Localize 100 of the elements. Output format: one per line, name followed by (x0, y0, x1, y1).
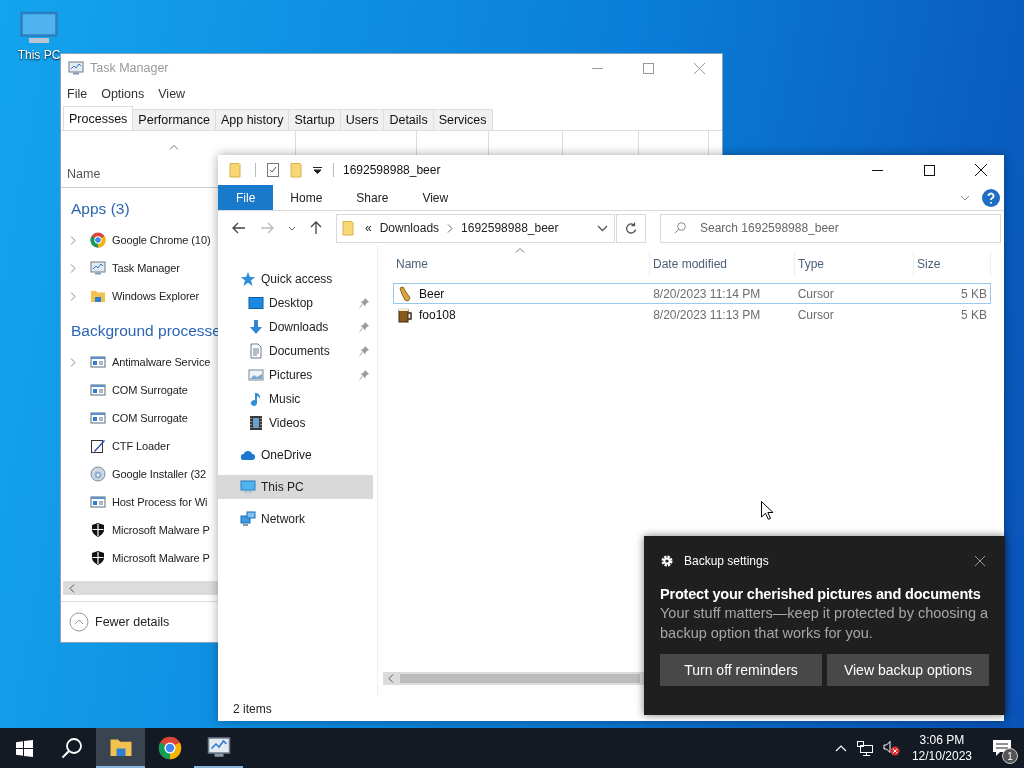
desktop-icon (248, 295, 264, 311)
clock-time[interactable]: 3:06 PM (919, 732, 965, 748)
close-icon[interactable] (975, 556, 985, 566)
nav-item[interactable]: Network (218, 507, 373, 531)
process-row[interactable]: Microsoft Malware P (61, 544, 218, 572)
nav-item[interactable]: This PC (218, 475, 373, 499)
nav-item[interactable]: Music (218, 387, 373, 411)
help-icon[interactable] (982, 188, 1000, 207)
fewer-details-button[interactable]: Fewer details (69, 612, 170, 632)
monitor-icon (240, 479, 256, 495)
menu-item[interactable]: Options (101, 87, 145, 101)
nav-item[interactable]: Pictures (218, 363, 373, 387)
mug-icon (397, 306, 413, 323)
close-icon (975, 164, 987, 176)
action-center-button[interactable]: 1 (980, 728, 1024, 768)
size-cell-text: 5 KB (960, 307, 988, 322)
breadcrumb[interactable]: Downloads (379, 221, 440, 235)
folder-icon (228, 162, 244, 178)
customize-dropdown-icon[interactable] (313, 166, 322, 174)
browser-icon (90, 232, 106, 248)
file-row[interactable]: foo108 8/20/2023 11:13 PM Cursor 5 KB (393, 304, 991, 325)
notification-body: Your stuff matters—keep it protected by choosing a backup option that works for you. (660, 604, 989, 643)
ribbon-tab[interactable]: Share (339, 185, 406, 210)
action-button[interactable]: Turn off reminders (660, 654, 822, 686)
ribbon-tab[interactable]: View (405, 185, 466, 210)
network-icon[interactable] (856, 740, 873, 756)
nav-item[interactable]: OneDrive (218, 443, 373, 467)
film-icon (248, 415, 264, 431)
ribbon-tab[interactable]: Home (273, 185, 340, 210)
action-button[interactable]: View backup options (827, 654, 989, 686)
process-row[interactable]: COM Surrogate (61, 404, 218, 432)
breadcrumb[interactable]: 1692598988_beer (461, 221, 559, 235)
status-text: 2 items (233, 702, 272, 716)
process-row[interactable]: Task Manager (61, 254, 218, 282)
tab[interactable]: Startup (288, 109, 341, 130)
monitor-chart-icon (206, 735, 231, 759)
settings-icon (660, 554, 674, 568)
date-cell-text: 8/20/2023 11:14 PM (652, 286, 762, 301)
notification-count-badge: 1 (1002, 748, 1018, 764)
address-bar[interactable]: « Downloads 1692598988_beer (336, 213, 615, 243)
type-cell-text: Cursor (796, 307, 835, 322)
search-icon (674, 221, 686, 234)
refresh-button[interactable] (616, 213, 646, 243)
process-row[interactable]: Host Process for Wi (61, 488, 218, 516)
tab[interactable]: Details (383, 109, 434, 130)
nav-item[interactable]: Desktop (218, 291, 373, 315)
volume-muted-icon[interactable] (882, 740, 900, 756)
overflow-chevron[interactable]: « (365, 221, 372, 235)
tab[interactable]: App history (214, 109, 290, 130)
process-row[interactable]: Windows Explorer (61, 282, 218, 310)
tab[interactable]: Users (339, 109, 385, 130)
process-row[interactable]: Google Installer (32 (61, 460, 218, 488)
network-icon (240, 511, 256, 527)
nav-item[interactable]: Documents (218, 339, 373, 363)
dropdown-icon[interactable] (597, 224, 608, 232)
star-icon (240, 271, 256, 287)
up-icon[interactable] (310, 221, 322, 235)
tab[interactable]: Services (432, 109, 493, 130)
image-icon (248, 367, 264, 383)
nav-item[interactable]: Downloads (218, 315, 373, 339)
column-header[interactable]: Type (795, 252, 914, 276)
file-name-cell: Beer (394, 285, 651, 302)
show-hidden-icons-icon[interactable] (834, 744, 847, 752)
process-row[interactable]: Google Chrome (10) (61, 226, 218, 254)
size-cell-text: 5 KB (960, 286, 988, 301)
process-row[interactable]: Antimalware Service (61, 348, 218, 376)
type-cell-text: Cursor (796, 286, 835, 301)
window-icon (90, 494, 106, 510)
recent-locations-icon[interactable] (288, 225, 296, 231)
properties-icon[interactable] (265, 162, 281, 178)
scroll-left-icon (388, 674, 394, 683)
process-row[interactable]: COM Surrogate (61, 376, 218, 404)
column-header[interactable]: Name (393, 252, 650, 276)
column-header[interactable]: Name (67, 167, 101, 181)
process-row[interactable]: Microsoft Malware P (61, 516, 218, 544)
maximize-icon (643, 62, 654, 74)
group-heading: Background processe (71, 322, 221, 340)
nav-item[interactable]: Quick access (218, 267, 373, 291)
search-field[interactable]: Search 1692598988_beer (660, 213, 1001, 243)
menu-item[interactable]: File (67, 87, 88, 101)
tab[interactable]: Performance (132, 109, 216, 130)
file-row[interactable]: Beer 8/20/2023 11:14 PM Cursor 5 KB (393, 283, 991, 304)
column-header[interactable]: Size (914, 252, 991, 276)
ribbon-tab[interactable]: File (218, 185, 274, 210)
nav-item[interactable]: Videos (218, 411, 373, 435)
pen-icon (90, 438, 106, 454)
browser-icon (157, 736, 182, 760)
group-heading: Apps (3) (71, 200, 130, 218)
back-icon[interactable] (232, 222, 246, 234)
clock-date[interactable]: 12/10/2023 (911, 748, 972, 764)
process-row[interactable]: CTF Loader (61, 432, 218, 460)
menu-item[interactable]: View (158, 87, 186, 101)
maximize-icon (923, 164, 935, 176)
taskbar-app-button[interactable] (96, 728, 145, 768)
tab[interactable]: Processes (63, 106, 134, 130)
expand-ribbon-icon[interactable] (960, 194, 970, 201)
shield-icon (90, 522, 106, 538)
column-header[interactable]: Date modified (650, 252, 795, 276)
notification-title: Protect your cherished pictures and documents (660, 586, 982, 602)
search-icon (61, 737, 83, 759)
